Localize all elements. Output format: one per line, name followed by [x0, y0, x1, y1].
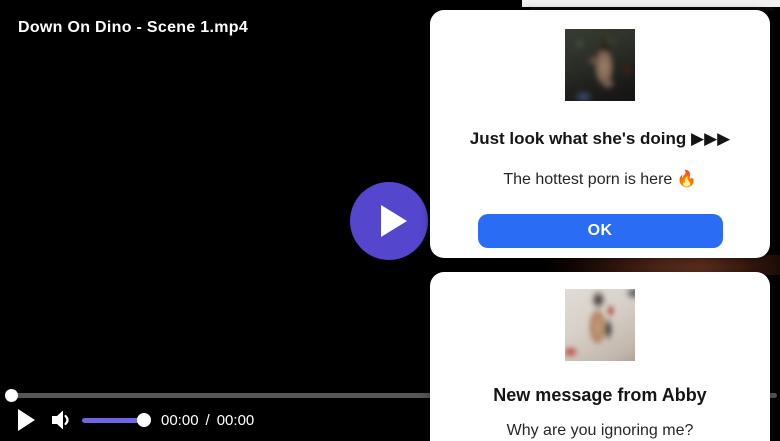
- message-subtitle: Why are you ignoring me?: [507, 421, 694, 441]
- popup-card-message[interactable]: New message from Abby Why are you ignori…: [430, 272, 770, 441]
- volume-slider[interactable]: [82, 418, 144, 423]
- promo-thumbnail-blur: [565, 29, 635, 101]
- video-title: Down On Dino - Scene 1.mp4: [18, 19, 248, 37]
- seek-thumb[interactable]: [5, 389, 18, 402]
- message-thumbnail-blur: [565, 289, 635, 361]
- promo-title: Just look what she's doing ▶▶▶: [470, 128, 731, 151]
- speaker-low-volume-icon: [50, 408, 74, 432]
- promo-thumbnail-image: [565, 29, 635, 101]
- promo-subtitle: The hottest porn is here 🔥: [503, 170, 696, 191]
- ok-button[interactable]: OK: [478, 214, 723, 248]
- cutoff-card-edge: [522, 0, 780, 7]
- popup-card-promo[interactable]: Just look what she's doing ▶▶▶ The hotte…: [430, 10, 770, 258]
- message-thumbnail-image: [565, 289, 635, 361]
- volume-thumb[interactable]: [137, 413, 151, 427]
- big-play-button[interactable]: [350, 182, 428, 260]
- play-icon: [381, 205, 407, 237]
- message-title: New message from Abby: [493, 383, 706, 407]
- time-display: 00:00 / 00:00: [161, 412, 254, 429]
- play-button[interactable]: [18, 409, 35, 431]
- time-separator: /: [206, 412, 210, 429]
- duration: 00:00: [217, 412, 255, 429]
- page: Down On Dino - Scene 1.mp4 00:00 / 00:00: [0, 0, 780, 441]
- volume-button[interactable]: [50, 408, 74, 432]
- current-time: 00:00: [161, 412, 199, 429]
